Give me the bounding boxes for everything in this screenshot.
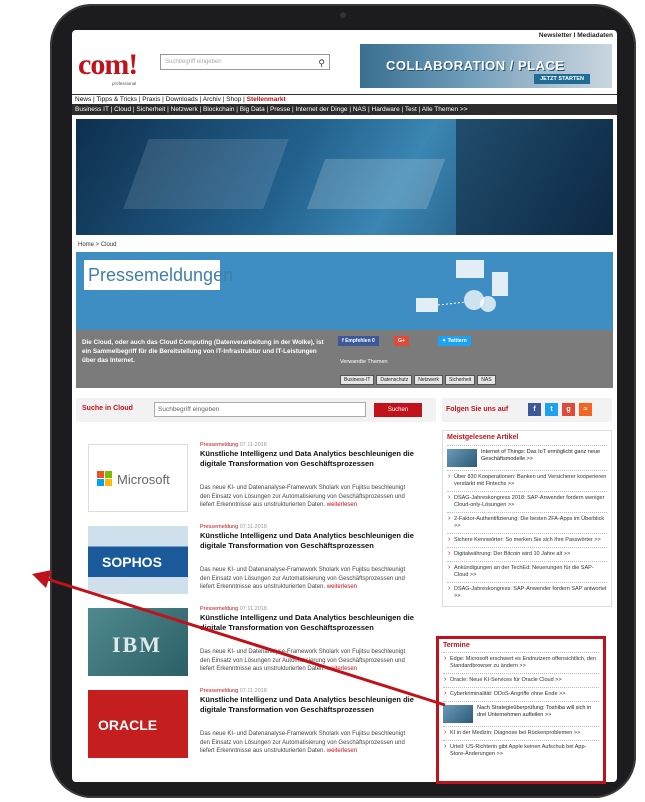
most-read-featured[interactable]: Internet of Things: Das IoT ermöglicht g… bbox=[447, 445, 607, 470]
oracle-thumbnail[interactable]: ORACLE bbox=[88, 690, 188, 758]
article-title[interactable]: Künstliche Intelligenz und Data Analytic… bbox=[200, 695, 420, 714]
termine-item[interactable]: Urteil: US-Richterin gibt Apple keinen A… bbox=[443, 740, 599, 761]
article-item[interactable]: SOPHOS Pressemeldung 07.11.2018 Künstlic… bbox=[76, 520, 436, 602]
sophos-logo-text: SOPHOS bbox=[102, 554, 162, 570]
oracle-logo-text: ORACLE bbox=[98, 717, 157, 733]
follow-label: Folgen Sie uns auf bbox=[446, 406, 509, 413]
most-read-item[interactable]: DSAG-Jahreskongress 2018: SAP-Anwender f… bbox=[447, 491, 607, 512]
twitter-icon[interactable]: t bbox=[545, 403, 558, 416]
sidebar: Folgen Sie uns auf f t g ≈ Meistgelesene… bbox=[442, 398, 612, 607]
article-item[interactable]: IBM Pressemeldung 07.11.2018 Künstliche … bbox=[76, 602, 436, 684]
cloud-search-button[interactable]: Suchen bbox=[374, 403, 422, 417]
article-date: 07.11.2018 bbox=[239, 524, 267, 530]
article-item[interactable]: Microsoft Pressemeldung 07.11.2018 Künst… bbox=[76, 438, 436, 520]
article-meta: Pressemeldung 07.11.2018 bbox=[200, 524, 267, 530]
most-read-box: Meistgelesene Artikel Internet of Things… bbox=[442, 430, 612, 607]
microsoft-logo-icon: Microsoft bbox=[97, 471, 170, 487]
oracle-logo-icon: ORACLE bbox=[98, 717, 157, 733]
article-column: Suche in Cloud Suchbegriff eingeben Such… bbox=[76, 398, 436, 766]
cloud-search-label: Suche in Cloud bbox=[82, 405, 133, 412]
article-text: Das neue KI- und Datenanalyse-Framework … bbox=[200, 731, 406, 754]
ibm-logo-icon: IBM bbox=[112, 632, 162, 657]
article-teaser: Das neue KI- und Datenanalyse-Framework … bbox=[200, 648, 414, 674]
follow-us: Folgen Sie uns auf f t g ≈ bbox=[442, 398, 612, 422]
gplus-icon[interactable]: g bbox=[562, 403, 575, 416]
article-text: Das neue KI- und Datenanalyse-Framework … bbox=[200, 567, 406, 590]
cloud-search: Suche in Cloud Suchbegriff eingeben Such… bbox=[76, 398, 436, 422]
termine-item[interactable]: Cyberkriminalität: DDoS-Angriffe ohne En… bbox=[443, 687, 599, 701]
termine-item[interactable]: Edge: Microsoft erschwert es Endnutzern … bbox=[443, 652, 599, 673]
article-meta: Pressemeldung 07.11.2018 bbox=[200, 606, 267, 612]
article-category: Pressemeldung bbox=[200, 442, 239, 448]
termine-featured[interactable]: Nach Strategieüberprüfung: Toshiba will … bbox=[443, 701, 599, 726]
most-read-item[interactable]: DSAG-Jahreskongress: SAP-Anwender forder… bbox=[447, 582, 607, 603]
article-category: Pressemeldung bbox=[200, 524, 239, 530]
termine-box: Termine Edge: Microsoft erschwert es End… bbox=[436, 636, 606, 784]
most-read-item[interactable]: Sichere Kennwörter: So merken Sie sich I… bbox=[447, 533, 607, 547]
article-category: Pressemeldung bbox=[200, 606, 239, 612]
facebook-icon[interactable]: f bbox=[528, 403, 541, 416]
read-more-link[interactable]: weiterlesen bbox=[327, 584, 357, 590]
sophos-logo-icon: SOPHOS bbox=[102, 554, 162, 570]
article-text: Das neue KI- und Datenanalyse-Framework … bbox=[200, 485, 406, 508]
camera-icon bbox=[340, 12, 346, 18]
ibm-thumbnail[interactable]: IBM bbox=[88, 608, 188, 676]
most-read-item[interactable]: Digitalwährung: Der Bitcoin wird 10 Jahr… bbox=[447, 547, 607, 561]
most-read-item[interactable]: Ankündigungen an der TechEd: Neuerungen … bbox=[447, 561, 607, 582]
article-date: 07.11.2018 bbox=[239, 606, 267, 612]
article-title[interactable]: Künstliche Intelligenz und Data Analytic… bbox=[200, 449, 420, 468]
microsoft-logo-text: Microsoft bbox=[117, 472, 170, 487]
read-more-link[interactable]: weiterlesen bbox=[327, 748, 357, 754]
article-title[interactable]: Künstliche Intelligenz und Data Analytic… bbox=[200, 613, 420, 632]
termine-title: Termine bbox=[443, 642, 470, 649]
most-read-item[interactable]: Über 830 Kooperationen: Banken und Versi… bbox=[447, 470, 607, 491]
cloud-search-input[interactable]: Suchbegriff eingeben bbox=[154, 402, 366, 417]
read-more-link[interactable]: weiterlesen bbox=[327, 502, 357, 508]
article-category: Pressemeldung bbox=[200, 688, 239, 694]
sophos-thumbnail[interactable]: SOPHOS bbox=[88, 526, 188, 594]
article-meta: Pressemeldung 07.11.2018 bbox=[200, 442, 267, 448]
article-teaser: Das neue KI- und Datenanalyse-Framework … bbox=[200, 730, 414, 756]
arrow-head-icon bbox=[32, 570, 52, 588]
microsoft-thumbnail[interactable]: Microsoft bbox=[88, 444, 188, 512]
termine-featured-thumbnail bbox=[443, 705, 473, 723]
ibm-logo-text: IBM bbox=[112, 632, 162, 657]
article-teaser: Das neue KI- und Datenanalyse-Framework … bbox=[200, 484, 414, 510]
rss-icon[interactable]: ≈ bbox=[579, 403, 592, 416]
article-item[interactable]: ORACLE Pressemeldung 07.11.2018 Künstlic… bbox=[76, 684, 436, 766]
most-read-title: Meistgelesene Artikel bbox=[447, 434, 519, 441]
article-teaser: Das neue KI- und Datenanalyse-Framework … bbox=[200, 566, 414, 592]
featured-thumbnail bbox=[447, 449, 477, 467]
termine-item[interactable]: Oracle: Neue KI-Services für Oracle Clou… bbox=[443, 673, 599, 687]
article-date: 07.11.2018 bbox=[239, 688, 267, 694]
article-date: 07.11.2018 bbox=[239, 442, 267, 448]
article-meta: Pressemeldung 07.11.2018 bbox=[200, 688, 267, 694]
termine-item[interactable]: KI in der Medizin: Diagnose bei Rückenpr… bbox=[443, 726, 599, 740]
article-title[interactable]: Künstliche Intelligenz und Data Analytic… bbox=[200, 531, 420, 550]
featured-text: Internet of Things: Das IoT ermöglicht g… bbox=[481, 449, 601, 462]
termine-featured-text: Nach Strategieüberprüfung: Toshiba will … bbox=[477, 705, 592, 718]
read-more-link[interactable]: weiterlesen bbox=[327, 666, 357, 672]
most-read-item[interactable]: 2-Faktor-Authentifizierung: Die besten 2… bbox=[447, 512, 607, 533]
article-text: Das neue KI- und Datenanalyse-Framework … bbox=[200, 649, 406, 672]
